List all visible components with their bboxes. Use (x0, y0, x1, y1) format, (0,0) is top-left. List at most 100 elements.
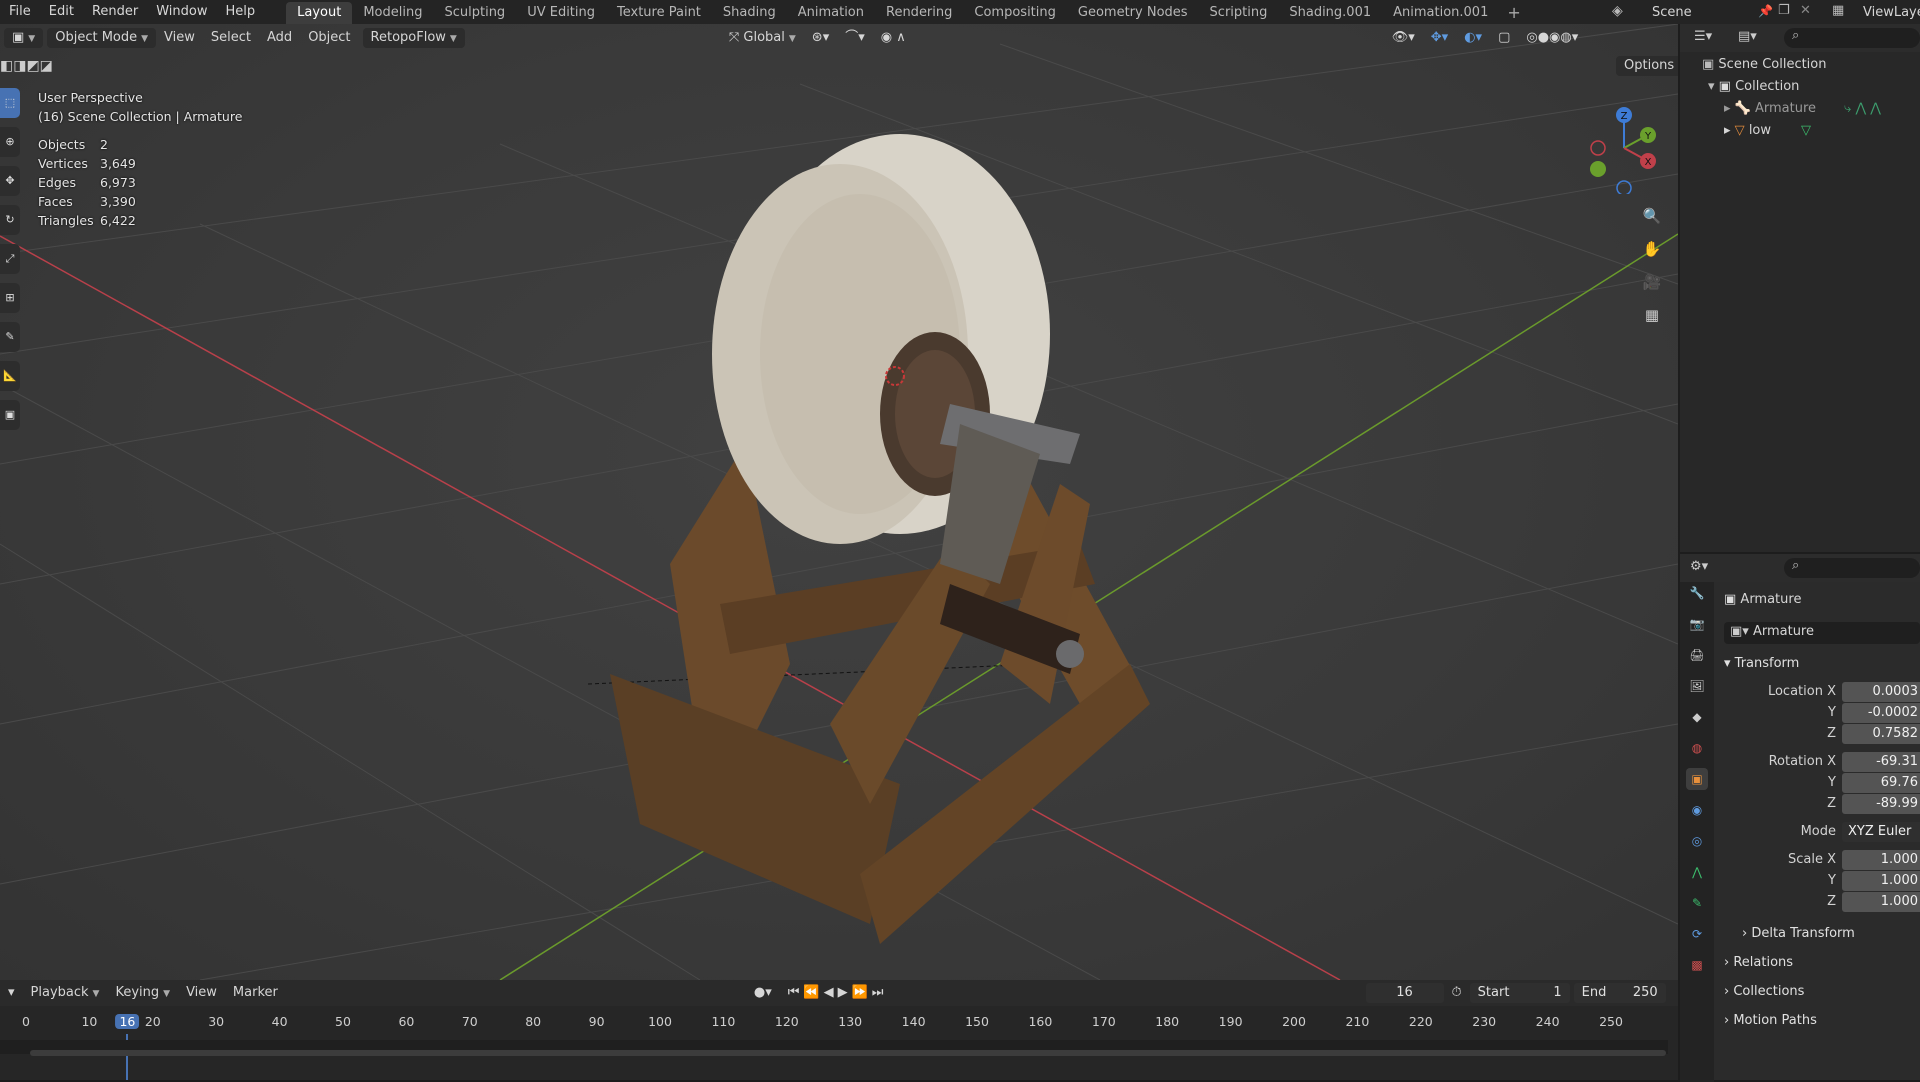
relations-panel[interactable]: › Relations (1724, 955, 1793, 970)
location-y-field[interactable]: -0.0002 (1842, 703, 1920, 723)
select-box-tool-icon[interactable]: ⬚ (0, 88, 20, 118)
transform-orientation-dropdown[interactable]: ⤧ Global ▼ (721, 28, 804, 48)
rotation-mode-dropdown[interactable]: XYZ Euler (1842, 822, 1920, 842)
gizmo-neg-x-icon[interactable] (1590, 140, 1606, 156)
outliner-search-input[interactable]: ⌕ (1784, 28, 1920, 48)
rotate-tool-icon[interactable]: ↻ (0, 205, 20, 235)
physics-properties-icon[interactable]: ◎ (1686, 830, 1708, 852)
scale-y-field[interactable]: 1.000 (1842, 871, 1920, 891)
scene-properties-icon[interactable]: ◆ (1686, 706, 1708, 728)
editor-type-button[interactable]: ▣ ▼ (4, 28, 44, 48)
menu-render[interactable]: Render (83, 0, 147, 24)
stopwatch-icon[interactable]: ⏱ (1444, 983, 1470, 1003)
record-icon[interactable]: ●▾ (746, 983, 780, 1003)
tab-animation-001[interactable]: Animation.001 (1382, 2, 1499, 24)
camera-icon[interactable]: 🎥 (1638, 268, 1666, 296)
navigation-gizmo[interactable]: Z Y X (1584, 104, 1656, 194)
options-dropdown[interactable]: Options▼ (1616, 56, 1678, 76)
object-data-properties-icon[interactable]: ⟳ (1686, 923, 1708, 945)
tab-shading[interactable]: Shading (712, 2, 787, 24)
tab-sculpting[interactable]: Sculpting (433, 2, 516, 24)
move-tool-icon[interactable]: ✥ (0, 166, 20, 196)
grindstone-model[interactable] (610, 134, 1150, 944)
tab-texture-paint[interactable]: Texture Paint (606, 2, 712, 24)
rotation-x-field[interactable]: -69.31 (1842, 752, 1920, 772)
tab-modeling[interactable]: Modeling (352, 2, 433, 24)
location-z-field[interactable]: 0.7582 (1842, 724, 1920, 744)
outliner-collection[interactable]: ▾ ▣ Collection (1708, 76, 1799, 97)
menu-playback[interactable]: Playback ▼ (23, 983, 108, 1003)
expand-arrow-icon[interactable]: ▸ (1724, 101, 1735, 116)
transform-tool-icon[interactable]: ⊞ (0, 283, 20, 313)
gizmo-toggle-icon[interactable]: ✥▾ (1423, 28, 1456, 48)
texture-properties-icon[interactable]: ▩ (1686, 954, 1708, 976)
output-properties-icon[interactable]: 🖨 (1686, 644, 1708, 666)
pin-icon[interactable]: 📌 (1758, 4, 1773, 18)
current-frame-field[interactable]: 16 (1365, 983, 1444, 1003)
transform-panel-header[interactable]: ▾ Transform (1724, 656, 1799, 671)
pan-hand-icon[interactable]: ✋ (1638, 235, 1666, 263)
timeline-scrollbar[interactable] (30, 1050, 1666, 1056)
outliner-editor-type-icon[interactable]: ☰▾ (1694, 29, 1712, 44)
current-frame-marker[interactable]: 16 (115, 1014, 140, 1029)
timeline-ruler[interactable]: 0 10 20 30 40 50 60 70 80 90 100 110 120 130 140 150 160… (0, 1014, 1678, 1036)
world-properties-icon[interactable]: ◍ (1686, 737, 1708, 759)
outliner-scene-collection[interactable]: ▣ Scene Collection (1702, 54, 1827, 75)
add-cube-tool-icon[interactable]: ▣ (0, 400, 20, 430)
tab-rendering[interactable]: Rendering (875, 2, 963, 24)
pivot-point-icon[interactable]: ⊛▾ (804, 28, 837, 48)
tab-animation[interactable]: Animation (787, 2, 875, 24)
render-properties-icon[interactable]: 📷 (1686, 613, 1708, 635)
collections-panel[interactable]: › Collections (1724, 984, 1804, 999)
proportional-edit-icon[interactable]: ◉ ∧ (873, 28, 914, 48)
tab-layout[interactable]: Layout (286, 2, 353, 24)
menu-select[interactable]: Select (203, 28, 259, 48)
end-frame-field[interactable]: End 250 (1573, 983, 1666, 1003)
menu-keying[interactable]: Keying ▼ (107, 983, 178, 1003)
expand-arrow-icon[interactable]: ▸ (1724, 123, 1735, 138)
xray-icon[interactable]: ▢ (1490, 28, 1518, 48)
start-frame-field[interactable]: Start 1 (1469, 983, 1570, 1003)
close-icon[interactable]: ✕ (1800, 3, 1811, 18)
display-mode-icon[interactable]: ▤▾ (1738, 29, 1757, 44)
object-datablock-field[interactable]: ▣▾ Armature (1724, 622, 1920, 644)
pose-data-icons[interactable]: ⤷ ⋀ ⋀ (1844, 101, 1881, 116)
properties-editor-type-icon[interactable]: ⚙▾ (1690, 559, 1708, 574)
tab-geometry-nodes[interactable]: Geometry Nodes (1067, 2, 1199, 24)
menu-window[interactable]: Window (147, 0, 216, 24)
menu-file[interactable]: File (0, 0, 40, 24)
cursor-tool-icon[interactable]: ⊕ (0, 127, 20, 157)
visibility-icon[interactable]: 👁▾ (1384, 28, 1423, 48)
constraint-properties-icon[interactable]: ⋀ (1686, 861, 1708, 883)
add-workspace-button[interactable]: + (1499, 2, 1528, 24)
view-layer-properties-icon[interactable]: 🖼 (1686, 675, 1708, 697)
tab-scripting[interactable]: Scripting (1199, 2, 1279, 24)
new-scene-icon[interactable]: ❐ (1778, 3, 1790, 18)
outliner-item-armature[interactable]: ▸ 🦴 Armature ⤷ ⋀ ⋀ (1724, 98, 1881, 119)
rotation-y-field[interactable]: 69.76 (1842, 773, 1920, 793)
rotation-z-field[interactable]: -89.99 (1842, 794, 1920, 814)
selection-mode-icons[interactable]: ◧◨◩◪ (0, 58, 53, 74)
snap-icon[interactable]: ⌒▾ (837, 28, 873, 48)
tool-properties-icon[interactable]: 🔧 (1686, 582, 1708, 604)
tab-shading-001[interactable]: Shading.001 (1278, 2, 1382, 24)
view-layer-selector[interactable]: ViewLayer (1828, 2, 1920, 22)
gizmo-neg-z-icon[interactable] (1616, 180, 1632, 194)
expand-arrow-icon[interactable]: ▾ (1708, 79, 1719, 94)
menu-timeline-view[interactable]: View (178, 983, 225, 1003)
zoom-icon[interactable]: 🔍 (1638, 202, 1666, 230)
mesh-data-icon[interactable]: ▽ (1801, 123, 1811, 138)
properties-search-input[interactable]: ⌕ (1784, 558, 1920, 578)
modifier-properties-icon[interactable]: ◉ (1686, 799, 1708, 821)
menu-help[interactable]: Help (217, 0, 265, 24)
motion-paths-panel[interactable]: › Motion Paths (1724, 1013, 1817, 1028)
outliner-item-low[interactable]: ▸ ▽ low ▽ (1724, 120, 1811, 141)
scale-x-field[interactable]: 1.000 (1842, 850, 1920, 870)
bone-properties-icon[interactable]: ✎ (1686, 892, 1708, 914)
overlays-icon[interactable]: ◐▾ (1456, 28, 1490, 48)
menu-edit[interactable]: Edit (40, 0, 83, 24)
tab-uv-editing[interactable]: UV Editing (516, 2, 606, 24)
menu-object[interactable]: Object (300, 28, 358, 48)
3d-viewport[interactable]: ▣ ▼ Object Mode ▼ View Select Add Object R… (0, 24, 1678, 980)
tab-compositing[interactable]: Compositing (963, 2, 1067, 24)
